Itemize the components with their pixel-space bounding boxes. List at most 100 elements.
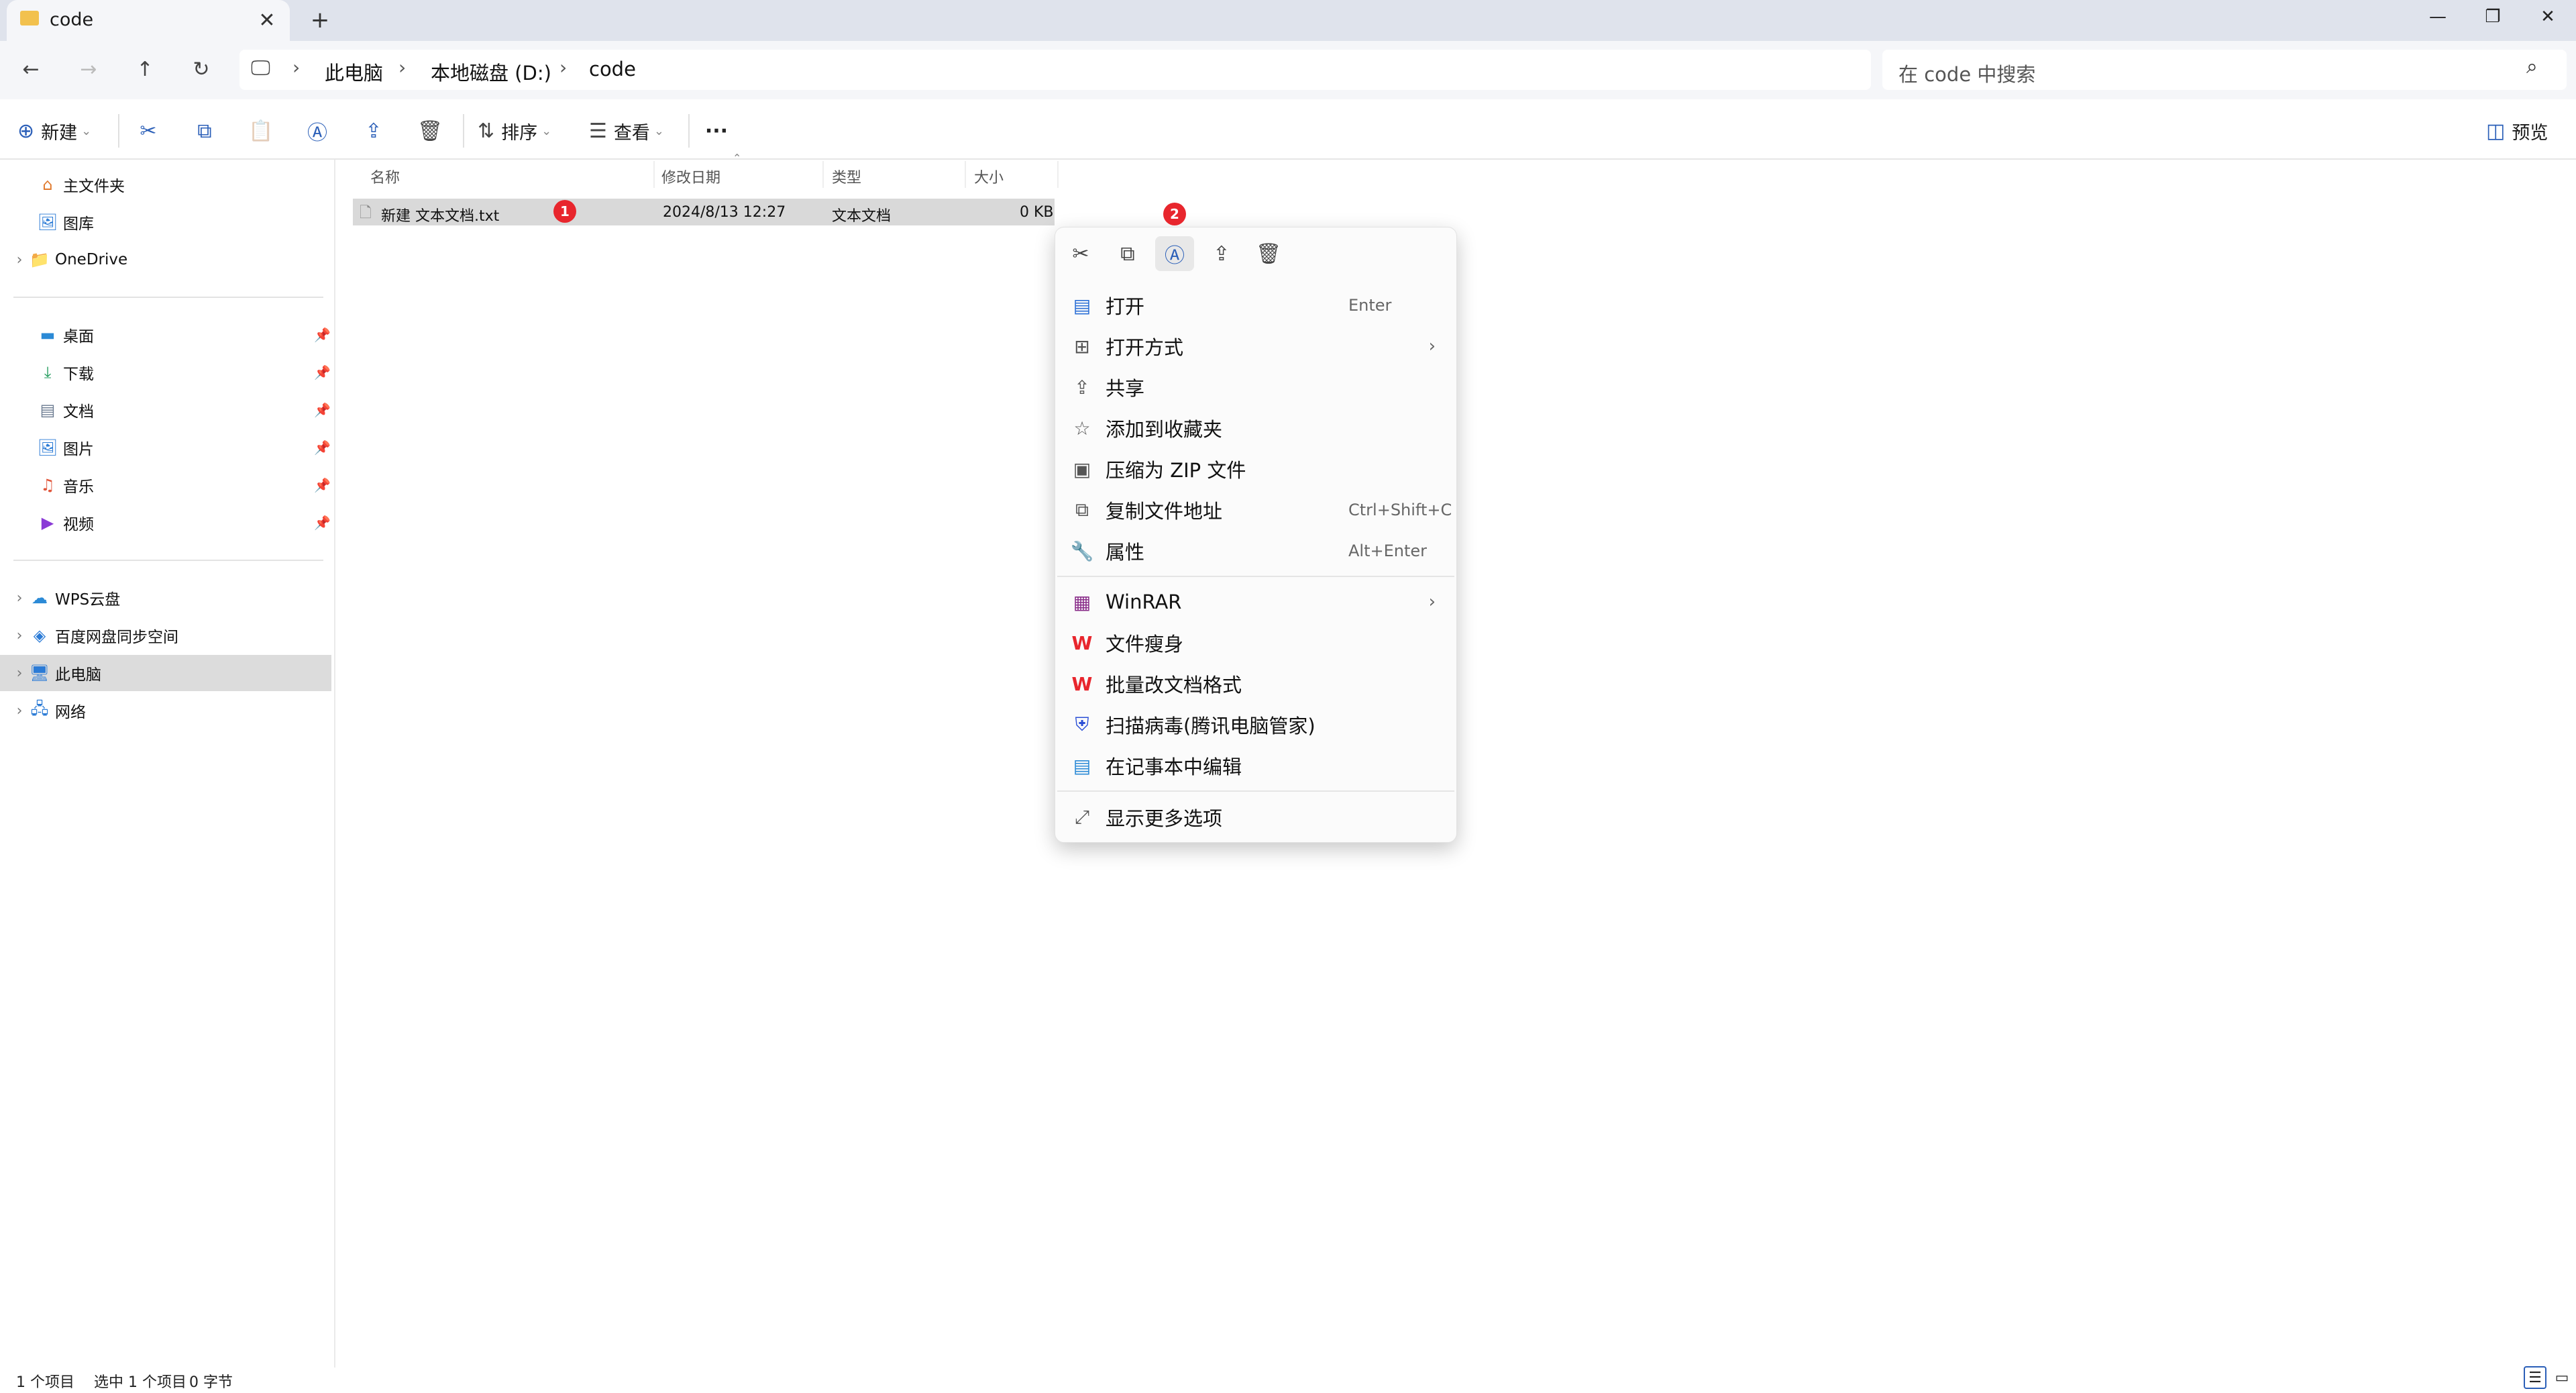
chevron-right-icon[interactable]: › [9, 252, 30, 268]
chevron-right-icon[interactable]: › [9, 703, 30, 719]
column-divider[interactable] [822, 161, 824, 188]
wrench-icon: 🔧 [1070, 539, 1094, 562]
pin-icon[interactable]: 📌 [314, 477, 331, 493]
sort-button[interactable]: ⇅ 排序 ⌄ [478, 114, 551, 148]
copy-path-icon: ⧉ [1075, 499, 1089, 521]
pin-icon[interactable]: 📌 [314, 327, 331, 343]
tab-close-button[interactable]: ✕ [255, 5, 279, 35]
paste-icon[interactable]: 📋 [247, 114, 275, 148]
chevron-right-icon[interactable]: › [9, 665, 30, 682]
sidebar-item-label: 桌面 [63, 328, 94, 346]
pin-icon[interactable]: 📌 [314, 515, 331, 531]
more-options-icon[interactable]: ··· [703, 114, 730, 148]
menu-item-properties[interactable]: 🔧 属性 Alt+Enter [1061, 531, 1450, 570]
menu-item-label: 压缩为 ZIP 文件 [1106, 459, 1246, 482]
up-icon[interactable]: ↑ [126, 52, 164, 86]
search-icon[interactable]: ⌕ [2526, 55, 2538, 79]
menu-item-label: 打开 [1106, 295, 1145, 318]
menu-item-add-favorites[interactable]: ☆ 添加到收藏夹 [1061, 409, 1450, 448]
sidebar-item-onedrive[interactable]: › 📁 OneDrive [0, 242, 331, 278]
chevron-down-icon: ⌄ [81, 123, 92, 138]
share-icon[interactable]: ⇪ [360, 114, 388, 148]
sidebar-item-videos[interactable]: ▶ 视频 📌 [0, 505, 331, 541]
delete-icon[interactable]: 🗑 [416, 114, 444, 148]
sidebar-item-this-pc[interactable]: › 🖥 此电脑 [0, 655, 331, 691]
copy-icon[interactable]: ⧉ [191, 114, 219, 148]
breadcrumb-local-disk[interactable]: 本地磁盘 (D:) [431, 58, 551, 86]
sidebar-item-downloads[interactable]: ⤓ 下载 📌 [0, 354, 331, 391]
cut-icon[interactable]: ✂ [1061, 236, 1100, 271]
pin-icon[interactable]: 📌 [314, 440, 331, 456]
network-icon: 🖧 [30, 699, 49, 718]
menu-item-compress-zip[interactable]: ▣ 压缩为 ZIP 文件 [1061, 450, 1450, 488]
menu-divider [1057, 576, 1454, 577]
menu-item-open-with[interactable]: ⊞ 打开方式 › [1061, 327, 1450, 366]
details-view-icon[interactable]: ☰ [2524, 1366, 2546, 1389]
search-input[interactable]: 在 code 中搜索 [1898, 59, 2035, 87]
column-header-date[interactable]: 修改日期 [661, 166, 720, 187]
back-icon[interactable]: ← [12, 52, 50, 86]
sort-indicator-icon: ⌃ [733, 152, 742, 164]
delete-icon[interactable]: 🗑 [1249, 236, 1288, 271]
column-header-name[interactable]: 名称 [370, 166, 400, 187]
breadcrumb-this-pc[interactable]: 此电脑 [325, 58, 383, 86]
minimize-button[interactable]: — [2411, 0, 2465, 34]
notepad-icon: ▤ [1073, 294, 1091, 317]
sidebar-item-network[interactable]: › 🖧 网络 [0, 692, 331, 729]
menu-item-winrar[interactable]: ▦ WinRAR › [1061, 582, 1450, 621]
shield-icon: ⛨ [1075, 713, 1089, 735]
breadcrumb-code[interactable]: code [589, 58, 636, 81]
sidebar-item-desktop[interactable]: ▬ 桌面 📌 [0, 317, 331, 353]
sidebar-item-label: 音乐 [63, 478, 94, 496]
preview-button[interactable]: ◫ 预览 [2486, 114, 2548, 148]
gallery-icon: 🖼 [37, 213, 58, 231]
sidebar-item-gallery[interactable]: 🖼 图库 [0, 204, 331, 240]
folder-icon [20, 11, 39, 25]
view-button[interactable]: ☰ 查看 ⌄ [589, 114, 664, 148]
menu-item-copy-path[interactable]: ⧉ 复制文件地址 Ctrl+Shift+C [1061, 491, 1452, 529]
menu-item-file-slim[interactable]: W 文件瘦身 [1061, 623, 1450, 662]
new-button[interactable]: ⊕ 新建 ⌄ [17, 114, 91, 148]
menu-item-edit-notepad[interactable]: ▤ 在记事本中编辑 [1061, 746, 1450, 785]
column-header-size[interactable]: 大小 [974, 166, 1004, 187]
menu-item-open[interactable]: ▤ 打开 Enter [1061, 286, 1450, 325]
column-divider[interactable] [653, 161, 655, 188]
sidebar-item-pictures[interactable]: 🖼 图片 📌 [0, 429, 331, 466]
sidebar-item-music[interactable]: ♫ 音乐 📌 [0, 467, 331, 503]
chevron-right-icon[interactable]: › [9, 590, 30, 607]
menu-item-share[interactable]: ⇪ 共享 [1061, 368, 1450, 407]
cut-icon[interactable]: ✂ [134, 114, 162, 148]
menu-item-virus-scan[interactable]: ⛨ 扫描病毒(腾讯电脑管家) [1061, 705, 1450, 744]
menu-item-batch-convert[interactable]: W 批量改文档格式 [1061, 664, 1450, 703]
selected-count: 选中 1 个项目 [94, 1374, 186, 1391]
title-bar [0, 0, 2576, 41]
home-icon: ⌂ [42, 175, 53, 194]
copy-icon[interactable]: ⧉ [1108, 236, 1147, 271]
pin-icon[interactable]: 📌 [314, 364, 331, 380]
sidebar-item-wps-cloud[interactable]: › ☁ WPS云盘 [0, 580, 331, 616]
rename-icon[interactable]: Ⓐ [303, 114, 331, 148]
refresh-icon[interactable]: ↻ [182, 52, 220, 86]
new-tab-button[interactable]: + [305, 5, 335, 35]
chevron-right-icon[interactable]: › [9, 627, 30, 644]
show-more-icon: ⤢ [1074, 806, 1090, 828]
sidebar-item-baidu-sync[interactable]: › ◈ 百度网盘同步空间 [0, 617, 331, 654]
forward-icon[interactable]: → [70, 52, 107, 86]
tiles-view-icon[interactable]: ▭ [2551, 1366, 2573, 1389]
share-icon[interactable]: ⇪ [1202, 236, 1241, 271]
restore-button[interactable]: ❐ [2466, 0, 2520, 34]
documents-icon: ▤ [40, 401, 56, 419]
column-divider[interactable] [965, 161, 966, 188]
pin-icon[interactable]: 📌 [314, 402, 331, 418]
sidebar-item-label: 文档 [63, 403, 94, 421]
close-window-button[interactable]: ✕ [2521, 0, 2575, 34]
sidebar-item-documents[interactable]: ▤ 文档 📌 [0, 392, 331, 428]
rename-icon[interactable]: Ⓐ [1155, 236, 1194, 271]
open-with-icon: ⊞ [1074, 335, 1090, 358]
column-header-type[interactable]: 类型 [832, 166, 861, 187]
menu-item-show-more[interactable]: ⤢ 显示更多选项 [1061, 798, 1450, 837]
column-divider[interactable] [1057, 161, 1059, 188]
file-name[interactable]: 新建 文本文档.txt [381, 204, 499, 225]
sidebar-item-label: 百度网盘同步空间 [55, 629, 178, 646]
sidebar-item-home[interactable]: ⌂ 主文件夹 [0, 166, 331, 203]
